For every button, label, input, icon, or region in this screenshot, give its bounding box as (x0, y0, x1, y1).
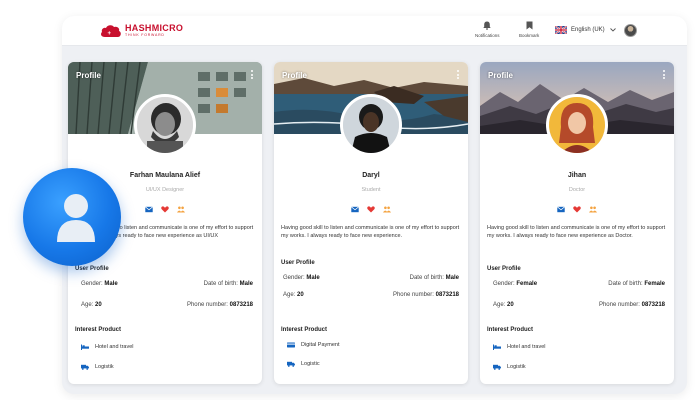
language-label: English (UK) (571, 27, 605, 33)
logo-tagline: THINK FORWARD (125, 33, 165, 38)
phone-field: Phone number: 0873218 (598, 302, 665, 308)
language-selector[interactable]: English (UK) (555, 26, 616, 34)
product-label: Logistic (301, 361, 320, 367)
user-avatar[interactable] (624, 24, 637, 37)
profile-actions (274, 200, 468, 213)
notifications-label: Notifications (475, 33, 500, 38)
payment-card-icon (287, 342, 295, 348)
product-label: Hotel and travel (507, 344, 546, 350)
profile-role: Doctor (568, 187, 586, 193)
user-profile-heading: User Profile (75, 266, 109, 272)
card-header-title: Profile (76, 71, 101, 80)
mail-icon[interactable] (557, 200, 565, 213)
interest-product-heading: Interest Product (75, 327, 122, 333)
heart-icon[interactable] (161, 200, 169, 213)
hashmicro-logo[interactable]: + HASHMICRO THINK FORWARD (100, 24, 183, 38)
gender-field: Gender: Male (283, 275, 320, 281)
bookmark-button[interactable]: Bookmark (519, 21, 539, 38)
page: + HASHMICRO THINK FORWARD Notifications (0, 0, 700, 400)
gender-field: Gender: Male (81, 281, 118, 287)
product-item[interactable]: Hotel and travel (493, 344, 546, 350)
dob-field: Date of birth: Male (203, 281, 253, 287)
profile-bio: Having good skill to listen and communic… (487, 225, 666, 239)
svg-text:+: + (108, 31, 112, 37)
dob-field: Date of birth: Female (608, 281, 665, 287)
product-item[interactable]: Hotel and travel (81, 344, 134, 350)
phone-field: Phone number: 0873218 (186, 302, 253, 308)
profile-card: Profile Daryl Student Having good skill … (274, 62, 468, 384)
heart-icon[interactable] (367, 200, 375, 213)
product-item[interactable]: Logistik (493, 364, 526, 370)
product-label: Hotel and travel (95, 344, 134, 350)
mail-icon[interactable] (351, 200, 359, 213)
top-bar: + HASHMICRO THINK FORWARD Notifications (62, 16, 687, 46)
product-label: Digital Payment (301, 342, 340, 348)
profile-role: Student (361, 187, 381, 193)
more-vertical-icon[interactable] (663, 70, 666, 80)
people-icon[interactable] (589, 200, 597, 213)
more-vertical-icon[interactable] (457, 70, 460, 80)
product-item[interactable]: Digital Payment (287, 342, 340, 348)
profile-bio: Having good skill to listen and communic… (281, 225, 460, 239)
user-profile-bubble (23, 168, 121, 266)
product-label: Logistik (95, 364, 114, 370)
truck-icon (493, 364, 501, 370)
gender-field: Gender: Female (493, 281, 538, 287)
uk-flag-icon (555, 26, 567, 34)
phone-field: Phone number: 0873218 (392, 292, 459, 298)
profile-name: Daryl (362, 172, 380, 179)
interest-product-heading: Interest Product (487, 327, 534, 333)
interest-product-heading: Interest Product (281, 327, 328, 333)
chevron-down-icon (609, 28, 616, 32)
profile-card: Profile Jihan Doctor Having good skill t… (480, 62, 674, 384)
bookmark-icon (526, 21, 533, 30)
user-profile-heading: User Profile (487, 266, 521, 272)
bed-icon (493, 344, 501, 350)
heart-icon[interactable] (573, 200, 581, 213)
bell-icon (483, 21, 491, 30)
dob-field: Date of birth: Male (409, 275, 459, 281)
more-vertical-icon[interactable] (251, 70, 254, 80)
user-icon (57, 194, 95, 242)
profile-name: Jihan (567, 172, 587, 179)
truck-icon (81, 364, 89, 370)
profile-photo (340, 94, 402, 156)
profile-photo (546, 94, 608, 156)
app-window: + HASHMICRO THINK FORWARD Notifications (62, 16, 687, 394)
age-field: Age: 20 (493, 302, 514, 308)
product-item[interactable]: Logistik (81, 364, 114, 370)
age-field: Age: 20 (283, 292, 304, 298)
card-header-title: Profile (282, 71, 307, 80)
profile-photo (134, 94, 196, 156)
truck-icon (287, 361, 295, 367)
user-profile-heading: User Profile (281, 260, 315, 266)
profile-actions (480, 200, 674, 213)
mail-icon[interactable] (145, 200, 153, 213)
cloud-logo-icon: + (101, 25, 121, 37)
product-item[interactable]: Logistic (287, 361, 320, 367)
card-header-title: Profile (488, 71, 513, 80)
product-label: Logistik (507, 364, 526, 370)
bookmark-label: Bookmark (519, 33, 540, 38)
bed-icon (81, 344, 89, 350)
logo-name: HASHMICRO (125, 23, 184, 34)
people-icon[interactable] (383, 200, 391, 213)
notifications-button[interactable]: Notifications (475, 21, 500, 38)
age-field: Age: 20 (81, 302, 102, 308)
people-icon[interactable] (177, 200, 185, 213)
